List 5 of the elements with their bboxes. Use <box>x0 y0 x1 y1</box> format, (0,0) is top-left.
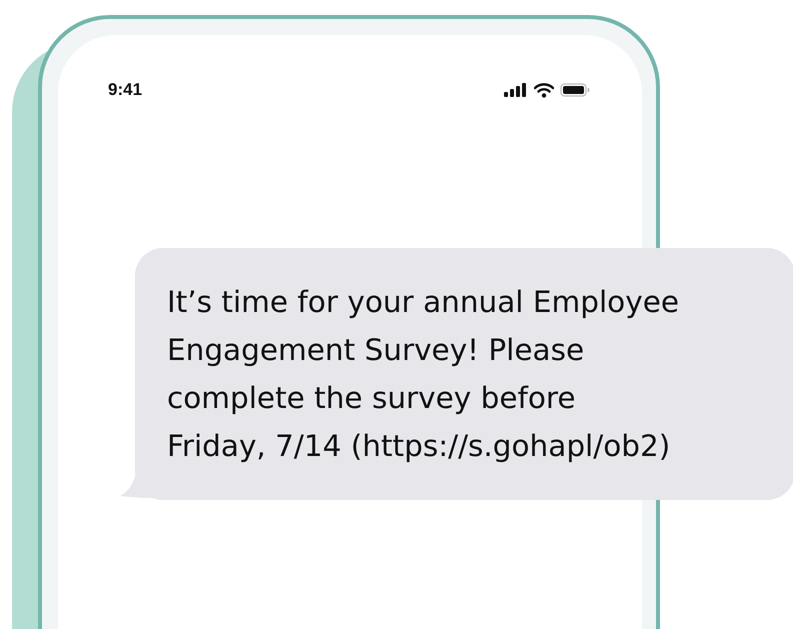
wifi-icon <box>534 82 554 98</box>
status-time: 9:41 <box>108 80 142 100</box>
signal-icon <box>504 83 528 97</box>
battery-icon <box>560 83 590 97</box>
message-text: It’s time for your annual Employee Engagement Survey! Please complete the survey before Friday, 7/14 (https://s.gohapl/ob2) <box>167 284 680 465</box>
